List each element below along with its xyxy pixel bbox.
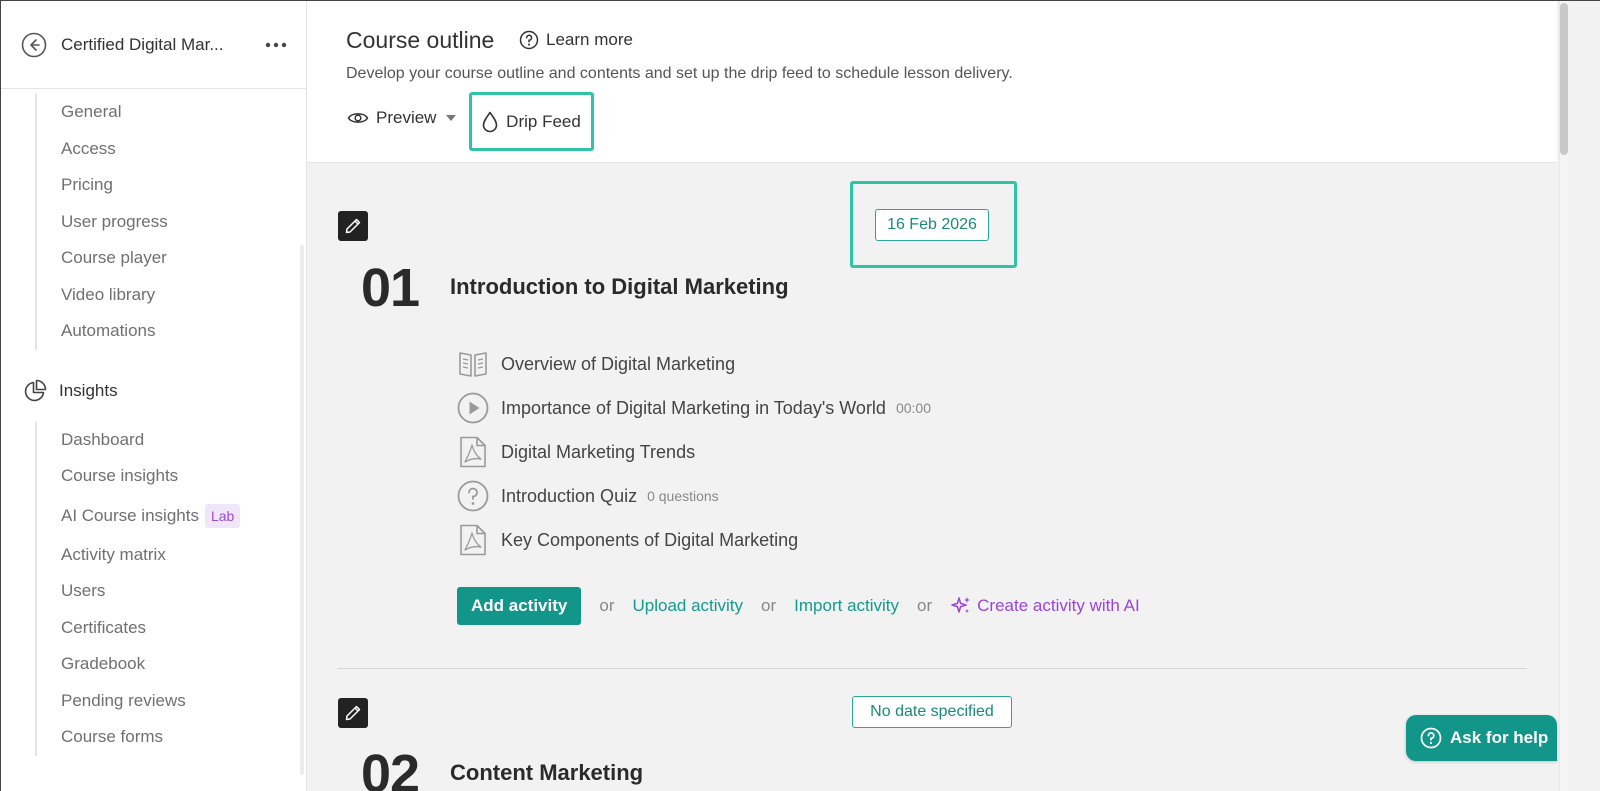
section-date-chip[interactable]: 16 Feb 2026: [875, 209, 989, 241]
pdf-icon: [457, 436, 489, 468]
edit-section-button[interactable]: [338, 698, 368, 728]
eye-icon: [347, 113, 369, 123]
quiz-icon: [457, 480, 489, 512]
section-title[interactable]: Introduction to Digital Marketing: [450, 274, 789, 300]
help-circle-icon: [1420, 727, 1442, 749]
main-scrollbar-thumb[interactable]: [1560, 3, 1568, 155]
pie-chart-icon: [24, 379, 47, 401]
section-number: 02: [361, 744, 420, 791]
upload-activity-link[interactable]: Upload activity: [632, 596, 743, 616]
sidebar-item-gradebook[interactable]: Gradebook: [37, 646, 306, 683]
more-options-button[interactable]: [264, 42, 288, 48]
section-divider: [338, 668, 1527, 669]
sidebar-section-label: Insights: [59, 380, 118, 400]
activity-item[interactable]: Overview of Digital Marketing: [457, 347, 735, 381]
course-title: Certified Digital Mar...: [61, 34, 224, 54]
pencil-icon: [345, 705, 361, 721]
ask-for-help-label: Ask for help: [1450, 728, 1549, 747]
activity-question-count: 0 questions: [647, 488, 719, 504]
sidebar-item-label: AI Course insights: [61, 505, 199, 525]
settings-nav-group: General Access Pricing User progress Cou…: [35, 94, 306, 350]
sidebar-item-course-forms[interactable]: Course forms: [37, 719, 306, 756]
sidebar-section-insights[interactable]: Insights: [1, 368, 306, 414]
pencil-icon: [345, 218, 361, 234]
or-separator: or: [599, 596, 615, 615]
chevron-down-icon: [446, 115, 457, 121]
sidebar-item-automations[interactable]: Automations: [37, 313, 306, 350]
activity-duration: 00:00: [895, 400, 931, 416]
section-date-chip[interactable]: No date specified: [852, 696, 1012, 728]
add-activity-button[interactable]: Add activity: [457, 587, 582, 625]
sidebar-item-access[interactable]: Access: [37, 131, 306, 168]
page-description: Develop your course outline and contents…: [346, 65, 1013, 82]
more-dots-icon: [265, 42, 287, 47]
learn-more-label: Learn more: [546, 30, 633, 49]
sidebar-item-user-progress[interactable]: User progress: [37, 204, 306, 241]
activity-name: Key Components of Digital Marketing: [501, 529, 799, 550]
sidebar-item-pending-reviews[interactable]: Pending reviews: [37, 683, 306, 720]
page-header: Course outline Learn more Develop your c…: [307, 1, 1557, 163]
create-activity-ai-link[interactable]: Create activity with AI: [950, 595, 1140, 617]
activity-item[interactable]: Digital Marketing Trends: [457, 435, 695, 469]
section-title[interactable]: Content Marketing: [450, 760, 643, 786]
activity-item[interactable]: Importance of Digital Marketing in Today…: [457, 391, 931, 425]
back-button[interactable]: [21, 32, 47, 58]
activity-name: Importance of Digital Marketing in Today…: [501, 397, 886, 418]
edit-section-button[interactable]: [338, 211, 368, 241]
back-arrow-icon: [21, 32, 47, 57]
sidebar-item-certificates[interactable]: Certificates: [37, 610, 306, 647]
sidebar-item-users[interactable]: Users: [37, 573, 306, 610]
sidebar-scrollbar[interactable]: [300, 245, 304, 775]
sidebar-item-video-library[interactable]: Video library: [37, 277, 306, 314]
activity-name: Overview of Digital Marketing: [501, 353, 736, 374]
sparkle-icon: [951, 597, 971, 613]
import-activity-link[interactable]: Import activity: [794, 596, 899, 616]
drop-icon: [482, 111, 498, 132]
activity-item[interactable]: Key Components of Digital Marketing: [457, 523, 798, 557]
drip-feed-label: Drip Feed: [506, 111, 581, 131]
preview-dropdown[interactable]: Preview: [347, 108, 457, 128]
sidebar-header: Certified Digital Mar...: [1, 1, 306, 89]
page-title: Course outline: [346, 27, 495, 53]
activity-item[interactable]: Introduction Quiz 0 questions: [457, 479, 719, 513]
ask-for-help-button[interactable]: Ask for help: [1406, 715, 1557, 761]
activity-name: Introduction Quiz: [501, 485, 638, 506]
sidebar-item-pricing[interactable]: Pricing: [37, 167, 306, 204]
drip-feed-button[interactable]: Drip Feed: [469, 92, 594, 151]
sidebar-item-course-insights[interactable]: Course insights: [37, 458, 306, 495]
section-number: 01: [361, 258, 420, 318]
sidebar-item-general[interactable]: General: [37, 94, 306, 131]
sidebar-item-ai-course-insights[interactable]: AI Course insights Lab: [37, 495, 306, 537]
or-separator: or: [761, 596, 777, 615]
help-circle-icon: [519, 30, 539, 50]
activity-name: Digital Marketing Trends: [501, 441, 696, 462]
play-icon: [457, 392, 489, 424]
sidebar-item-course-player[interactable]: Course player: [37, 240, 306, 277]
sidebar-item-activity-matrix[interactable]: Activity matrix: [37, 537, 306, 574]
or-separator: or: [917, 596, 933, 615]
lab-badge: Lab: [204, 503, 241, 528]
book-icon: [457, 348, 489, 380]
preview-label: Preview: [376, 108, 437, 127]
create-ai-label: Create activity with AI: [977, 596, 1140, 615]
pdf-icon: [457, 524, 489, 556]
sidebar: Certified Digital Mar... General Access …: [1, 1, 307, 791]
main-content: Course outline Learn more Develop your c…: [307, 1, 1600, 791]
insights-nav-group: Dashboard Course insights AI Course insi…: [35, 421, 306, 756]
learn-more-link[interactable]: Learn more: [519, 30, 633, 50]
sidebar-item-dashboard[interactable]: Dashboard: [37, 422, 306, 459]
activity-actions-row: Add activity or Upload activity or Impor…: [457, 587, 1140, 625]
